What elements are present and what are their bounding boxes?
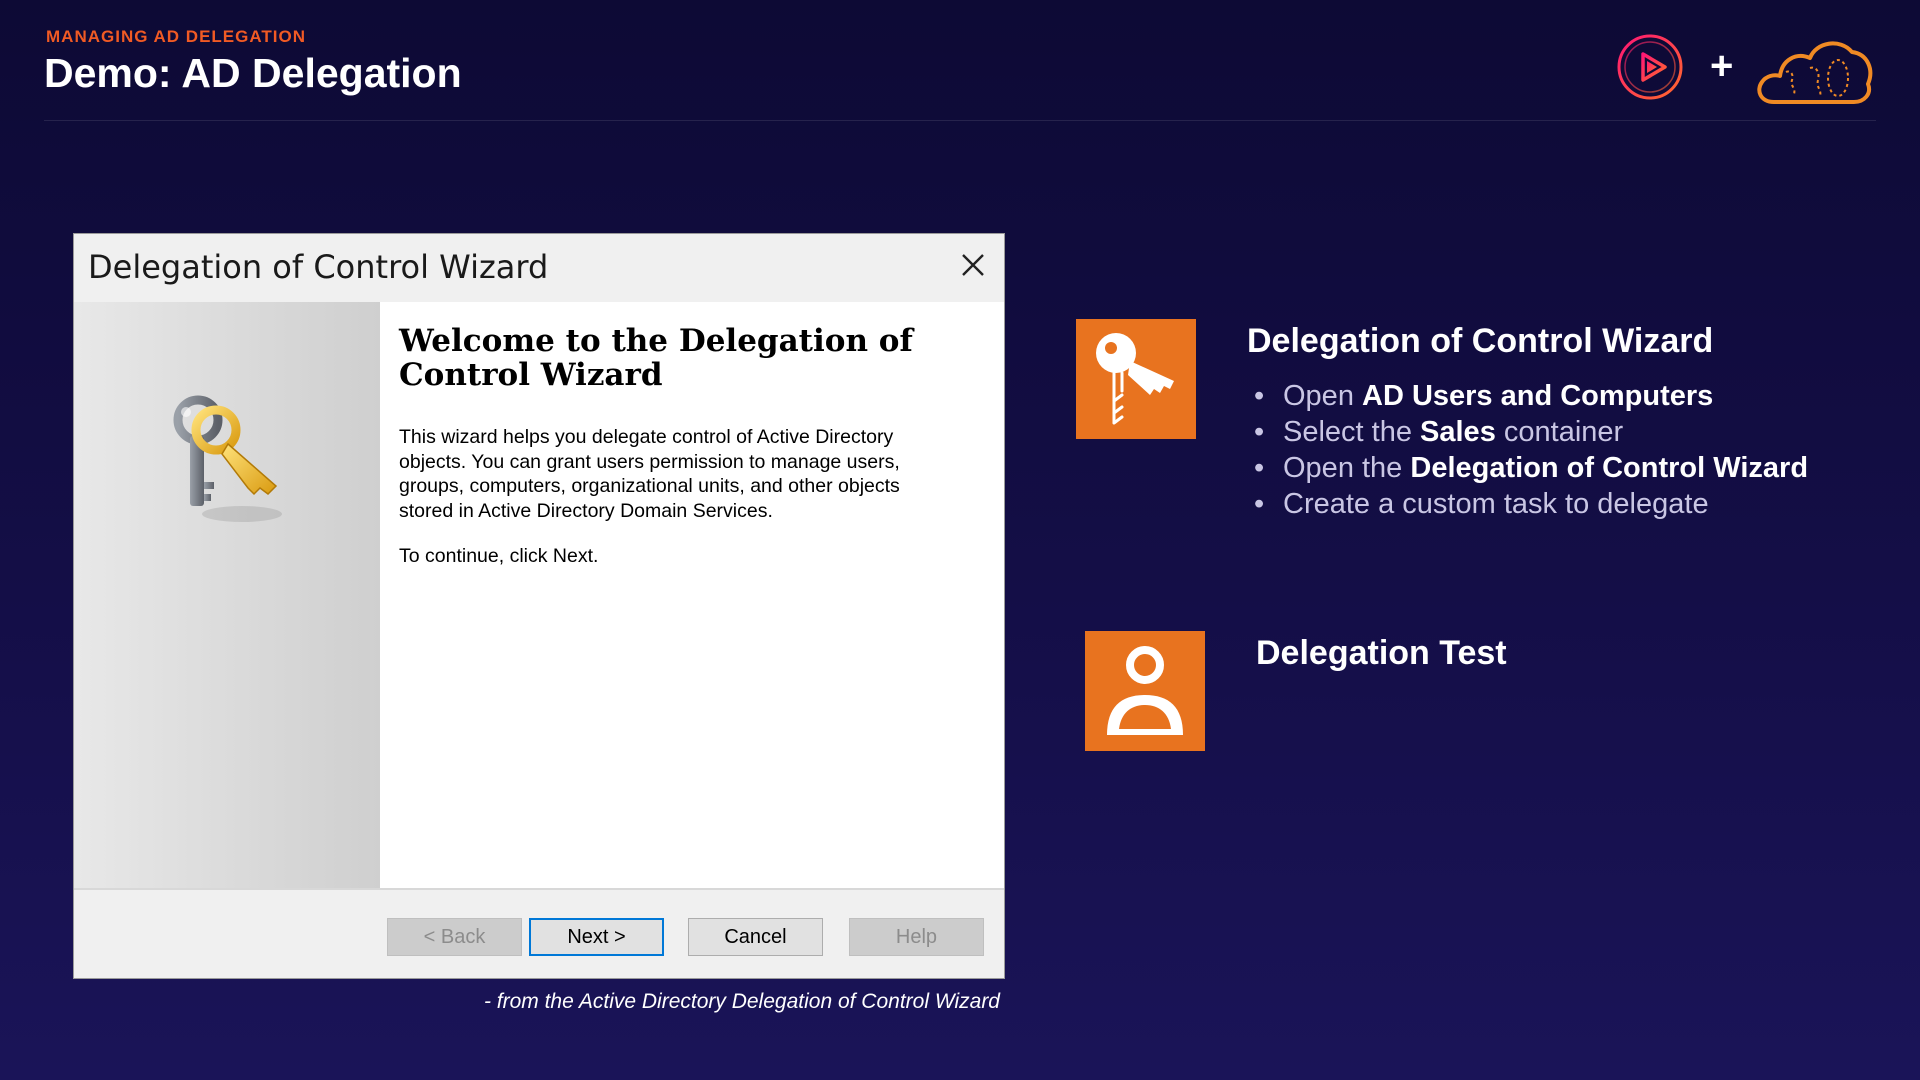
bullet-text: Create a custom task to delegate bbox=[1283, 488, 1709, 520]
continue-instruction: To continue, click Next. bbox=[399, 545, 599, 567]
close-icon[interactable] bbox=[956, 248, 990, 282]
wizard-steps-list: Open AD Users and Computers Select the S… bbox=[1254, 378, 1894, 522]
list-item: Create a custom task to delegate bbox=[1254, 486, 1894, 522]
bullet-emphasis: Sales bbox=[1420, 416, 1496, 448]
wizard-dialog: Delegation of Control Wizard Welcome to … bbox=[73, 233, 1005, 979]
user-tile bbox=[1085, 631, 1205, 751]
wizard-body: Welcome to the Delegation of Control Wiz… bbox=[74, 302, 1004, 890]
wizard-side-panel bbox=[74, 302, 380, 888]
section-title-test: Delegation Test bbox=[1256, 634, 1507, 672]
bullet-text: Select the bbox=[1283, 416, 1421, 448]
plus-sign: + bbox=[1710, 44, 1734, 88]
bullet-text: container bbox=[1495, 416, 1624, 448]
slide-title: Demo: AD Delegation bbox=[44, 50, 462, 96]
welcome-heading: Welcome to the Delegation of Control Wiz… bbox=[399, 323, 913, 393]
bullet-text: Open the bbox=[1283, 452, 1411, 484]
list-item: Open AD Users and Computers bbox=[1254, 378, 1894, 414]
bullet-emphasis: Delegation of Control Wizard bbox=[1410, 452, 1809, 484]
brand-logos: + bbox=[1616, 30, 1876, 110]
bullet-emphasis: AD Users and Computers bbox=[1362, 380, 1714, 412]
cancel-button[interactable]: Cancel bbox=[688, 918, 823, 956]
play-logo-icon bbox=[1617, 34, 1683, 100]
section-eyebrow: MANAGING AD DELEGATION bbox=[46, 27, 306, 46]
slide-header: MANAGING AD DELEGATION Demo: AD Delegati… bbox=[44, 26, 1876, 121]
back-button[interactable]: < Back bbox=[387, 918, 522, 956]
help-button[interactable]: Help bbox=[849, 918, 984, 956]
screenshot-caption: - from the Active Directory Delegation o… bbox=[483, 990, 1000, 1013]
list-item: Open the Delegation of Control Wizard bbox=[1254, 450, 1894, 486]
key-icon bbox=[1096, 333, 1174, 425]
keys-icon bbox=[173, 395, 282, 522]
next-button[interactable]: Next > bbox=[529, 918, 664, 956]
wizard-description: This wizard helps you delegate control o… bbox=[399, 426, 900, 522]
bullet-text: Open bbox=[1283, 380, 1362, 412]
dialog-title: Delegation of Control Wizard bbox=[88, 248, 549, 286]
user-icon bbox=[1107, 646, 1183, 735]
list-item: Select the Sales container bbox=[1254, 414, 1894, 450]
cloud-logo-icon bbox=[1757, 41, 1873, 104]
section-title-wizard: Delegation of Control Wizard bbox=[1247, 322, 1714, 360]
key-tile bbox=[1076, 319, 1196, 439]
